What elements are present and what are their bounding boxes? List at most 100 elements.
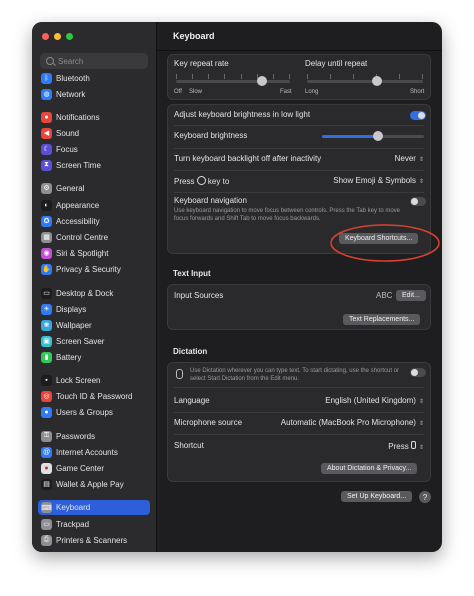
text-input-panel: Input Sources ABC Edit... Text Replaceme…	[167, 284, 431, 330]
keyboard-navigation-label: Keyboard navigation	[174, 196, 247, 205]
settings-window: Search ᛒ Bluetooth ◍ Network ● Notifications ◀…	[32, 22, 442, 552]
sidebar-item-battery[interactable]: ▮ Battery	[38, 350, 150, 364]
sidebar-item-label: Lock Screen	[56, 375, 101, 385]
sidebar-item-displays[interactable]: ☀ Displays	[38, 302, 150, 316]
search-placeholder: Search	[58, 56, 84, 66]
delay-until-repeat-knob[interactable]	[371, 76, 382, 86]
sidebar-item-printers-scanners[interactable]: ⎙ Printers & Scanners	[38, 533, 150, 547]
help-button[interactable]: ?	[419, 491, 431, 503]
sidebar-item-accessibility[interactable]: ✪ Accessibility	[38, 214, 150, 228]
sidebar-item-label: Screen Saver	[56, 336, 105, 346]
bell-icon: ●	[41, 111, 52, 123]
rate-fast-label: Fast	[280, 89, 292, 95]
shortcut-popup[interactable]: Press ⇕	[388, 441, 424, 451]
sidebar: Search ᛒ Bluetooth ◍ Network ● Notifications ◀…	[32, 22, 157, 552]
key-repeat-rate-knob[interactable]	[256, 76, 267, 86]
globe-icon	[196, 176, 206, 185]
siri-icon: ◉	[41, 247, 52, 259]
sidebar-item-label: Touch ID & Password	[56, 391, 133, 401]
sidebar-item-notifications[interactable]: ● Notifications	[38, 110, 150, 124]
sidebar-item-game-center[interactable]: ● Game Center	[38, 461, 150, 475]
sidebar-item-general[interactable]: ⚙ General	[38, 181, 150, 195]
sidebar-item-label: Users & Groups	[56, 407, 113, 417]
updown-icon: ⇕	[418, 157, 424, 163]
sidebar-item-lock-screen[interactable]: ▪ Lock Screen	[38, 373, 150, 387]
sidebar-item-label: Appearance	[56, 200, 100, 210]
close-button[interactable]	[42, 33, 49, 40]
trackpad-icon: ▭	[41, 518, 52, 530]
sidebar-item-control-centre[interactable]: ▦ Control Centre	[38, 230, 150, 244]
keyboard-navigation-toggle[interactable]	[410, 197, 426, 206]
sidebar-item-label: Accessibility	[56, 216, 100, 226]
sidebar-item-wallet-apple-pay[interactable]: ▤ Wallet & Apple Pay	[38, 477, 150, 491]
sidebar-item-label: Desktop & Dock	[56, 288, 114, 298]
sidebar-item-screen-time[interactable]: ⧗ Screen Time	[38, 158, 150, 172]
game-center-icon: ●	[41, 462, 52, 474]
sidebar-item-sound[interactable]: ◀ Sound	[38, 126, 150, 140]
printer-icon: ⎙	[41, 534, 52, 546]
set-up-keyboard-button[interactable]: Set Up Keyboard...	[341, 491, 413, 502]
sidebar-item-label: Bluetooth	[56, 73, 90, 83]
speaker-icon: ◀	[41, 127, 52, 139]
sidebar-item-focus[interactable]: ☾ Focus	[38, 142, 150, 156]
sidebar-item-appearance[interactable]: ◐ Appearance	[38, 198, 150, 212]
keyboard-icon: ⌨	[41, 502, 52, 513]
about-dictation-button[interactable]: About Dictation & Privacy...	[321, 463, 418, 474]
sidebar-item-label: Wallet & Apple Pay	[56, 479, 124, 489]
adjust-brightness-toggle[interactable]	[410, 111, 426, 120]
sidebar-item-screen-saver[interactable]: ▣ Screen Saver	[38, 334, 150, 348]
keyboard-brightness-label: Keyboard brightness	[174, 131, 248, 140]
sidebar-item-bluetooth[interactable]: ᛒ Bluetooth	[38, 71, 150, 85]
delay-short-label: Short	[410, 89, 425, 95]
rate-ticks	[176, 74, 290, 79]
sidebar-item-label: Battery	[56, 352, 82, 362]
sidebar-item-passwords[interactable]: ⚿ Passwords	[38, 429, 150, 443]
battery-icon: ▮	[41, 351, 52, 363]
sidebar-item-network[interactable]: ◍ Network	[38, 87, 150, 101]
delay-ticks	[307, 74, 423, 79]
search-icon	[46, 57, 54, 65]
highlight-ellipse	[330, 224, 440, 262]
input-sources-edit-button[interactable]: Edit...	[396, 290, 426, 301]
text-replacements-button[interactable]: Text Replacements...	[343, 314, 421, 325]
sidebar-item-trackpad[interactable]: ▭ Trackpad	[38, 517, 150, 531]
globe-key-popup[interactable]: Show Emoji & Symbols ⇕	[333, 176, 424, 185]
delay-until-repeat-slider[interactable]	[307, 80, 423, 83]
control-centre-icon: ▦	[41, 231, 52, 243]
backlight-off-popup[interactable]: Never ⇕	[395, 154, 424, 163]
dictation-toggle[interactable]	[410, 368, 426, 377]
sidebar-item-label: Notifications	[56, 112, 100, 122]
sidebar-item-label: Printers & Scanners	[56, 535, 128, 545]
sidebar-item-siri-spotlight[interactable]: ◉ Siri & Spotlight	[38, 246, 150, 260]
dock-icon: ▭	[41, 287, 52, 299]
sidebar-item-keyboard[interactable]: ⌨ Keyboard	[38, 500, 150, 515]
search-input[interactable]: Search	[40, 53, 148, 69]
sidebar-item-wallpaper[interactable]: ❀ Wallpaper	[38, 318, 150, 332]
display-icon: ☀	[41, 303, 52, 315]
adjust-brightness-label: Adjust keyboard brightness in low light	[174, 110, 311, 119]
delay-until-repeat-label: Delay until repeat	[305, 59, 368, 68]
hand-icon: ✋	[41, 263, 52, 275]
microphone-source-label: Microphone source	[174, 418, 243, 427]
sidebar-item-touch-id-password[interactable]: ◎ Touch ID & Password	[38, 389, 150, 403]
key-repeat-rate-slider[interactable]	[176, 80, 290, 83]
hourglass-icon: ⧗	[41, 159, 52, 171]
sidebar-item-users-groups[interactable]: ● Users & Groups	[38, 405, 150, 419]
sidebar-item-label: Siri & Spotlight	[56, 248, 109, 258]
microphone-source-popup[interactable]: Automatic (MacBook Pro Microphone) ⇕	[281, 418, 424, 427]
repeat-panel: Key repeat rate Delay until repeat Off S…	[167, 54, 431, 100]
sidebar-item-desktop-dock[interactable]: ▭ Desktop & Dock	[38, 286, 150, 300]
sidebar-item-label: Screen Time	[56, 160, 101, 170]
keyboard-brightness-knob[interactable]	[373, 131, 384, 141]
zoom-button[interactable]	[66, 33, 73, 40]
sidebar-item-label: Network	[56, 89, 86, 99]
minimize-button[interactable]	[54, 33, 61, 40]
language-popup[interactable]: English (United Kingdom) ⇕	[325, 396, 424, 405]
key-icon: ⚿	[41, 430, 52, 442]
sidebar-item-label: Trackpad	[56, 519, 90, 529]
sidebar-item-internet-accounts[interactable]: @ Internet Accounts	[38, 445, 150, 459]
updown-icon: ⇕	[418, 421, 424, 427]
sidebar-item-label: General	[56, 183, 85, 193]
dictation-heading: Dictation	[173, 347, 208, 356]
sidebar-item-privacy-security[interactable]: ✋ Privacy & Security	[38, 262, 150, 276]
